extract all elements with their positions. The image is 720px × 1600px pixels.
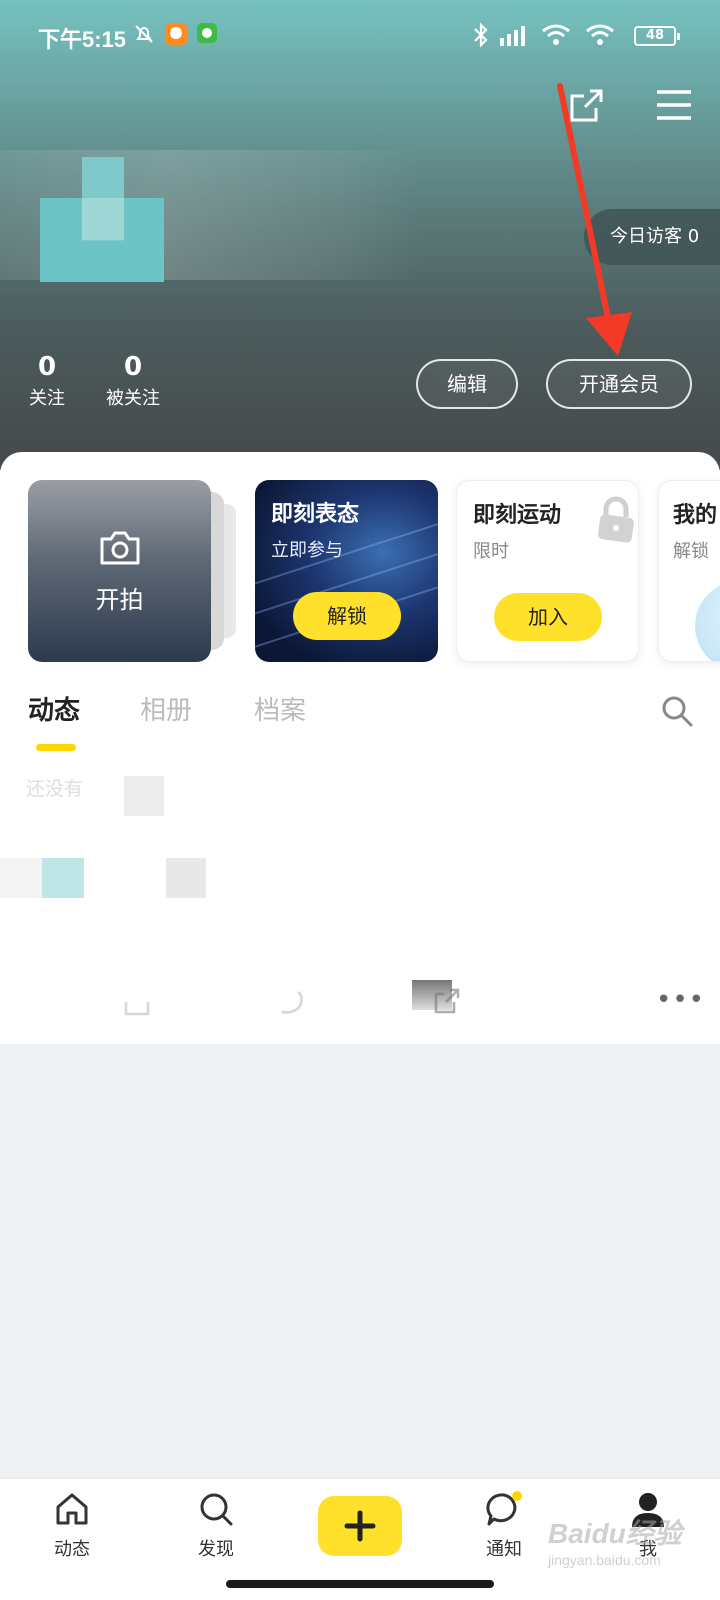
add-post-button[interactable] [318,1496,402,1556]
wifi2-icon [584,22,616,53]
menu-button[interactable] [654,86,694,126]
empty-feed-area [0,760,720,1030]
shoot-card[interactable]: 开拍 [28,480,211,662]
search-icon [200,1493,233,1526]
home-icon [56,1493,88,1525]
today-visitors-badge[interactable]: 今日访客 0 [584,209,720,265]
nav-label-notifications: 通知 [486,1539,522,1560]
following-label: 关注 [29,388,65,409]
watermark-url: jingyan.baidu.com [548,1552,661,1568]
app-notification-icon [164,22,188,51]
comment-icon[interactable] [274,984,308,1018]
partial-card[interactable]: 我的 解锁 [658,480,720,662]
pixelated-block [0,858,42,898]
unlock-button[interactable]: 解锁 [293,592,401,640]
join-button[interactable]: 加入 [494,593,602,641]
share-icon [570,89,603,122]
home-indicator[interactable] [226,1580,494,1588]
hamburger-icon [657,90,691,120]
battery-icon: 48 [634,26,680,46]
plus-icon [344,1510,376,1542]
followers-count: 0 [123,352,143,382]
pixelated-block [42,858,84,898]
chat-bubble-icon [486,1491,522,1526]
pixelated-block [124,776,164,816]
camera-icon [100,531,140,565]
pixelated-block [166,858,206,898]
nav-label-moments: 动态 [54,1539,90,1560]
lock-icon [598,496,634,543]
open-vip-button[interactable]: 开通会员 [546,359,692,409]
shoot-label: 开拍 [95,586,144,614]
nav-item-moments[interactable]: 动态 [22,1489,122,1561]
following-stat[interactable]: 0 关注 [26,350,68,414]
mute-icon [132,22,156,51]
express-title: 即刻表态 [271,502,360,527]
express-card[interactable]: 即刻表态 立即参与 解锁 [255,480,438,662]
status-time: 下午5:15 [38,27,127,52]
profile-tabs: 动态 相册 档案 [0,690,720,750]
search-icon[interactable] [660,694,694,728]
signal-icon [496,22,530,53]
empty-feed-text: 还没有 [26,778,84,800]
share-post-icon[interactable] [430,984,464,1018]
express-subtitle: 立即参与 [271,540,343,561]
nav-item-discover[interactable]: 发现 [166,1489,266,1561]
watermark-logo: Baidu经验 [548,1518,682,1549]
bubble-decoration [695,581,720,661]
wifi-icon [540,22,572,53]
like-icon[interactable] [120,984,154,1018]
tab-album[interactable]: 相册 [140,690,192,727]
sport-card[interactable]: 即刻运动 限时 加入 [456,480,639,662]
nav-label-discover: 发现 [198,1539,234,1560]
status-bar: 下午5:15 48 [0,0,720,70]
active-tab-indicator [36,744,76,751]
edit-profile-button[interactable]: 编辑 [416,359,518,409]
more-options-icon[interactable]: ••• [656,987,705,1013]
followers-label: 被关注 [106,388,160,409]
tab-archive[interactable]: 档案 [254,690,306,727]
sport-subtitle: 限时 [473,541,509,562]
followers-stat[interactable]: 0 被关注 [102,350,164,414]
wechat-notification-icon [196,22,218,49]
partial-title: 我的 [673,503,718,528]
following-count: 0 [37,352,57,382]
bluetooth-icon [472,22,490,53]
tab-moments[interactable]: 动态 [28,690,80,727]
partial-subtitle: 解锁 [673,541,709,562]
avatar-highlight [82,198,124,240]
nav-item-notifications[interactable]: 通知 [454,1489,554,1561]
sport-title: 即刻运动 [473,503,562,528]
share-button[interactable] [566,86,606,126]
